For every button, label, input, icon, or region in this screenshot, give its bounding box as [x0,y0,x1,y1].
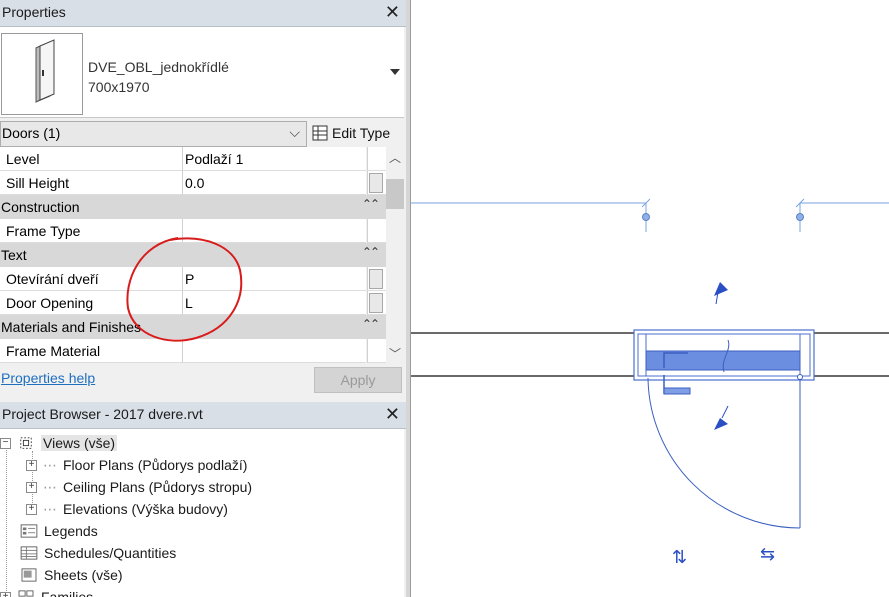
tree-node-ceiling-plans[interactable]: + ⋯ Ceiling Plans (Půdorys stropu) [26,476,252,498]
property-value[interactable]: P [185,271,194,287]
project-browser-title-bar: Project Browser - 2017 dvere.rvt ✕ [0,402,406,429]
edit-type-button[interactable]: Edit Type [312,122,390,144]
property-row-frame-material[interactable]: Frame Material [0,339,386,363]
collapse-icon[interactable]: − [0,437,11,449]
tree-node-floor-plans[interactable]: + ⋯ Floor Plans (Půdorys podlaží) [26,454,247,476]
category-label: Text [1,247,27,263]
property-value[interactable]: L [185,295,193,311]
tree-node-sheets[interactable]: Sheets (vše) [20,564,123,586]
views-icon [20,437,32,449]
type-family-name: DVE_OBL_jednokřídlé [88,59,229,75]
collapse-icon[interactable]: ⌃⌃ [362,197,380,211]
property-name: Frame Material [6,343,101,359]
tree-node-label: Families [41,589,94,597]
properties-footer: Properties help Apply [0,364,404,400]
flip-horizontal-icon[interactable]: ⇆ [760,544,775,565]
category-materials-and-finishes[interactable]: Materials and Finishes ⌃⌃ [0,315,386,339]
scrollbar-thumb[interactable] [386,179,404,209]
tree-node-label: Floor Plans (Půdorys podlaží) [63,457,248,473]
properties-grid: Level Podlaží 1 Sill Height 0.0 Construc… [0,147,386,364]
expand-icon[interactable]: + [26,459,37,471]
instance-filter-value: Doors (1) [2,125,61,141]
property-name: Otevírání dveří [6,271,99,287]
left-dock: Properties ✕ DVE_OBL_jednokřídlé 700x197… [0,0,406,597]
property-row-oteviraní-dveri[interactable]: Otevírání dveří P [0,267,386,291]
scroll-up-icon[interactable]: ︿ [389,149,401,166]
tree-node-label: Sheets (vše) [44,567,123,583]
collapse-icon[interactable]: ⌃⌃ [362,245,380,259]
drawing-canvas[interactable]: ⇅ ⇆ [411,0,889,597]
edit-type-icon [312,125,328,141]
property-name: Level [6,151,40,167]
schedules-icon [20,546,38,560]
tree-node-legends[interactable]: Legends [20,520,98,542]
formula-button[interactable] [367,267,386,291]
flip-arrow-icon[interactable] [714,418,728,430]
instance-filter-row: Doors (1) ⌵ Edit Type [0,119,404,147]
door-swing-arc [647,377,801,529]
grip-handle[interactable] [796,213,804,221]
edit-type-label: Edit Type [332,125,391,141]
property-value[interactable]: Podlaží 1 [185,151,243,167]
tree-node-elevations[interactable]: + ⋯ Elevations (Výška budovy) [26,498,228,520]
tree-node-label: Elevations (Výška budovy) [63,501,228,517]
tree-node-label: Legends [44,523,98,539]
project-browser-title: Project Browser - 2017 dvere.rvt [2,406,203,422]
category-label: Construction [1,199,80,215]
collapse-icon[interactable]: ⌃⌃ [362,317,380,331]
expand-icon[interactable]: + [26,481,37,493]
property-name: Door Opening [6,295,94,311]
properties-scrollbar[interactable]: ︿ ﹀ [386,147,404,364]
apply-button[interactable]: Apply [314,367,402,393]
flip-arrow-icon[interactable] [714,282,728,296]
tree-node-label: Views (vše) [41,435,118,451]
expand-icon[interactable]: + [0,591,11,597]
sheets-icon [21,568,37,582]
formula-button[interactable] [367,291,386,315]
property-name: Frame Type [6,223,81,239]
property-row-level[interactable]: Level Podlaží 1 [0,147,386,171]
expand-icon[interactable]: + [26,503,37,515]
category-label: Materials and Finishes [1,319,142,335]
type-selector[interactable]: DVE_OBL_jednokřídlé 700x1970 [0,27,404,118]
formula-button[interactable] [367,171,386,195]
type-size: 700x1970 [88,79,150,95]
close-icon[interactable]: ✕ [385,2,400,23]
instance-filter-dropdown[interactable]: Doors (1) ⌵ [0,121,307,147]
scroll-down-icon[interactable]: ﹀ [389,345,401,362]
property-row-sill-height[interactable]: Sill Height 0.0 [0,171,386,195]
door-thumbnail-icon [1,33,83,115]
tree-node-label: Schedules/Quantities [44,545,177,561]
property-value[interactable]: 0.0 [185,175,204,191]
tree-node-label: Ceiling Plans (Půdorys stropu) [63,479,253,495]
type-name: DVE_OBL_jednokřídlé 700x1970 [88,57,229,97]
property-row-frame-type[interactable]: Frame Type [0,219,386,243]
properties-title: Properties [2,4,66,20]
properties-help-link[interactable]: Properties help [1,370,95,386]
category-text[interactable]: Text ⌃⌃ [0,243,386,267]
tree-node-schedules[interactable]: Schedules/Quantities [20,542,176,564]
door-handle [663,387,691,395]
close-icon[interactable]: ✕ [385,404,400,425]
tree-node-families[interactable]: + Families [0,586,93,597]
floor-plan-view[interactable]: ⇅ ⇆ [411,0,889,597]
grip-handle[interactable] [642,213,650,221]
chevron-down-icon: ⌵ [289,124,300,140]
families-icon [18,590,34,597]
legends-icon [20,524,38,538]
property-row-door-opening[interactable]: Door Opening L [0,291,386,315]
properties-title-bar: Properties ✕ [0,0,406,27]
property-name: Sill Height [6,175,70,191]
project-browser-tree: − Views (vše) + ⋯ Floor Plans (Půdorys p… [0,429,404,597]
category-construction[interactable]: Construction ⌃⌃ [0,195,386,219]
tree-node-views[interactable]: − Views (vše) [0,432,118,454]
flip-vertical-icon[interactable]: ⇅ [672,547,687,568]
dropdown-arrow-icon[interactable] [390,69,400,75]
